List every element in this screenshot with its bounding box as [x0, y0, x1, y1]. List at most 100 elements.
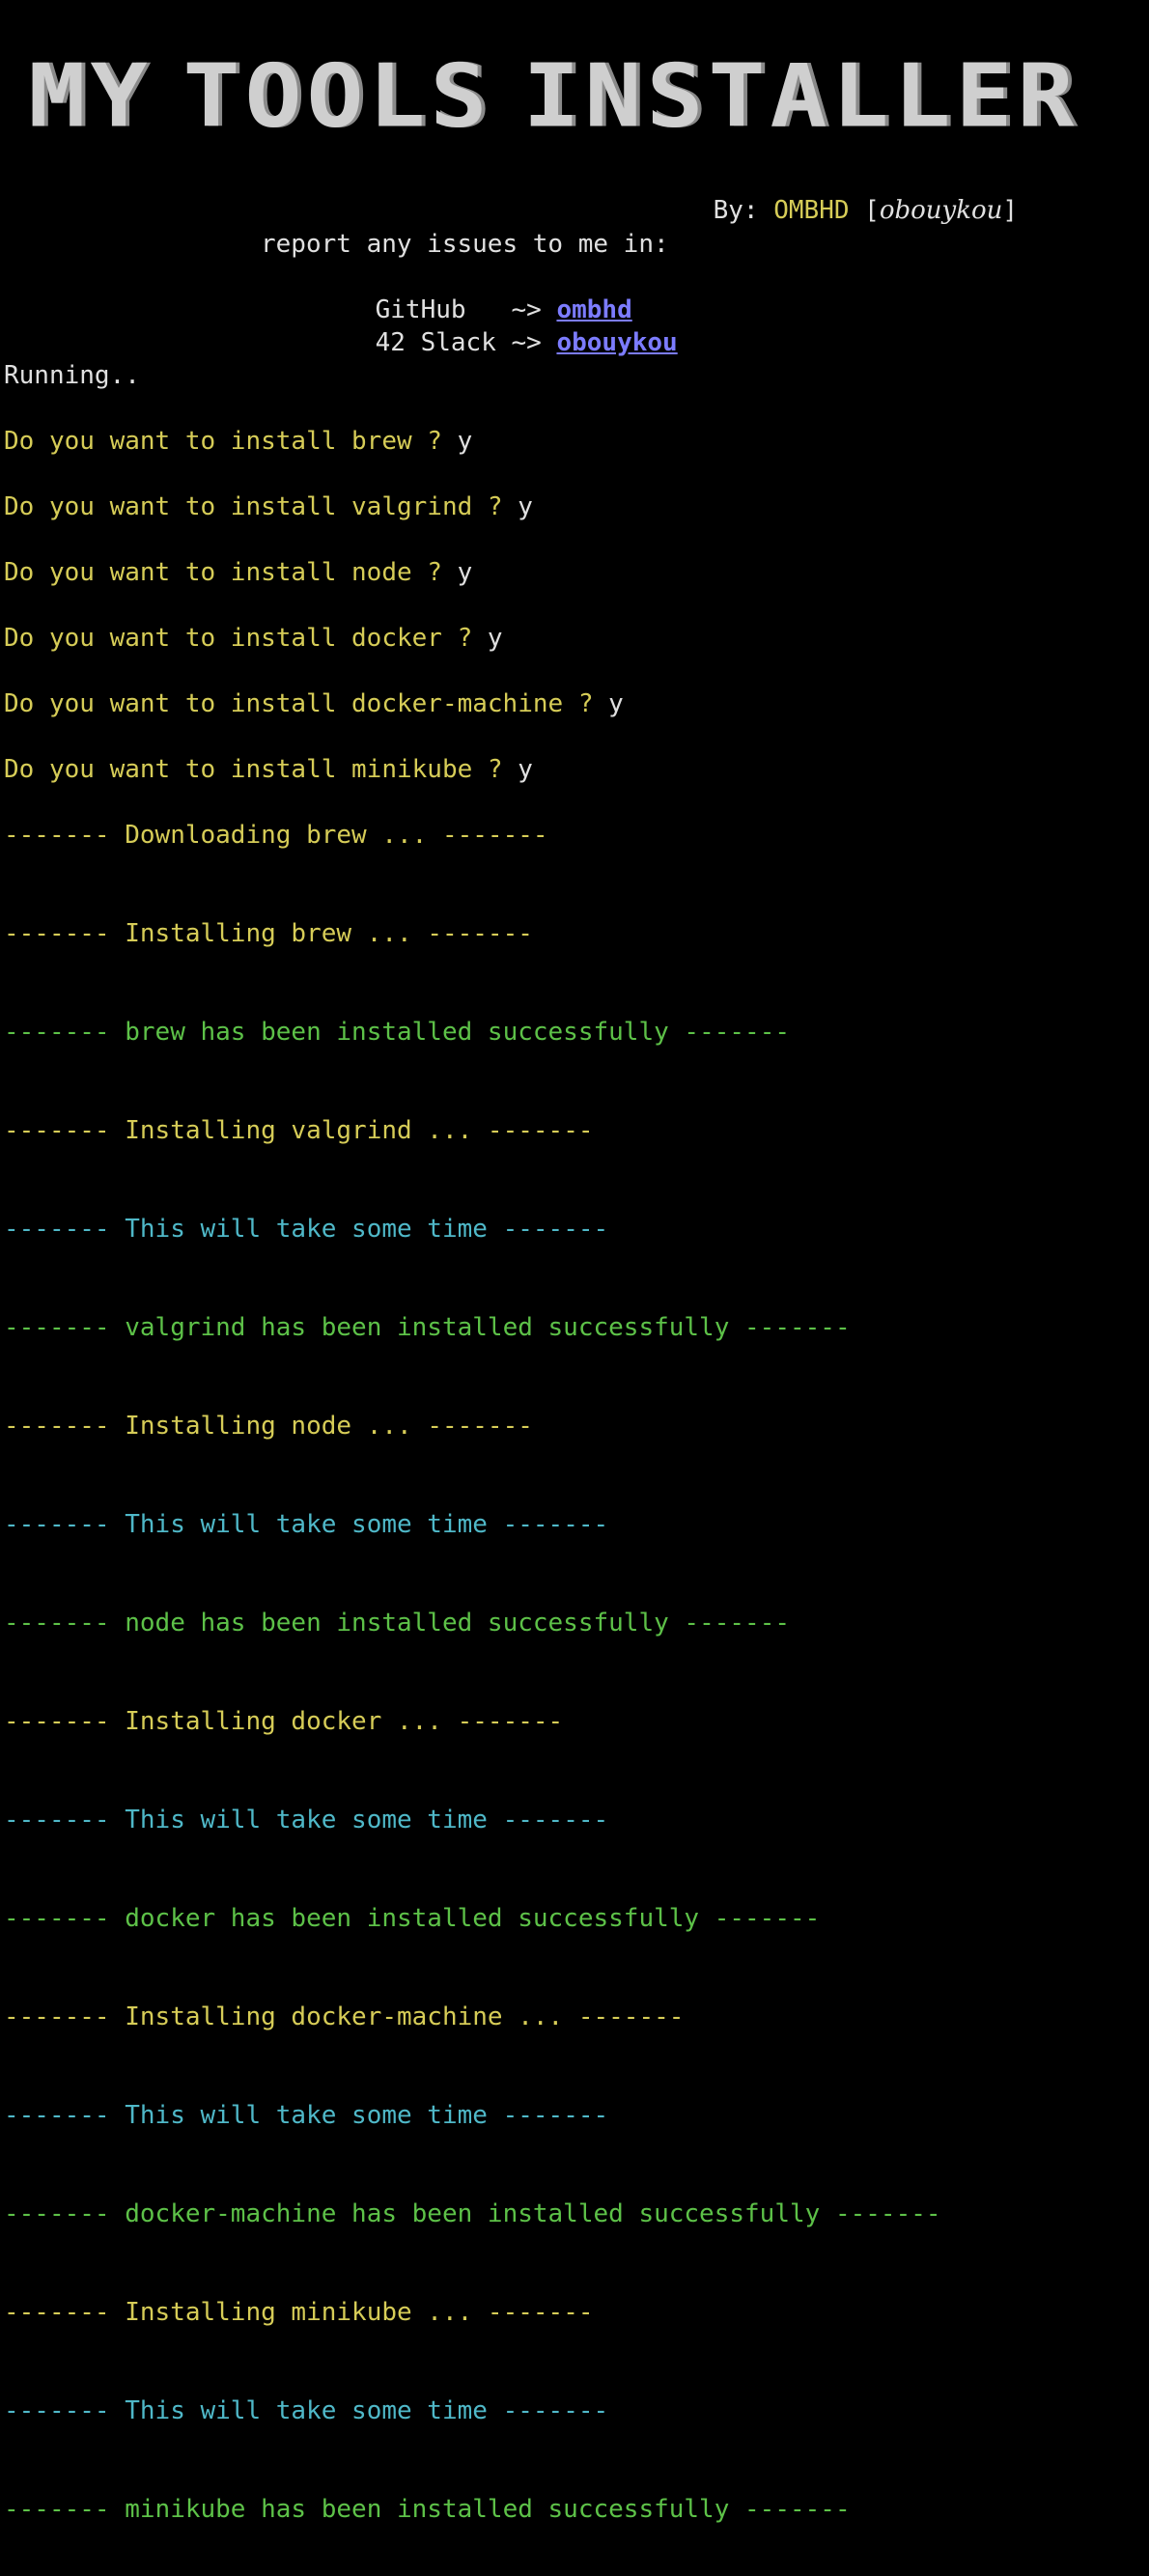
prompt-question: Do you want to install docker-machine ? [4, 689, 609, 718]
log-dashes-tail: ------- [744, 2495, 851, 2524]
log-line: ------- This will take some time ------- [4, 1213, 608, 1246]
log-line: ------- This will take some time ------- [4, 1804, 608, 1836]
log-line: ------- Installing valgrind ... ------- [4, 1114, 594, 1147]
log-dashes: ------- [4, 2298, 126, 2327]
banner-char: A [770, 45, 829, 148]
banner-char: O [244, 45, 304, 148]
prompt-answer: y [457, 558, 473, 587]
status-running: Running.. [4, 361, 140, 390]
log-message: This will take some time [125, 1215, 503, 1244]
log-dashes: ------- [4, 1510, 126, 1539]
log-message: Downloading brew ... [125, 821, 442, 850]
log-dashes: ------- [4, 1215, 126, 1244]
log-message: docker has been installed successfully [125, 1904, 715, 1933]
prompt-line: Do you want to install node ? y [4, 556, 472, 589]
byline-open-bracket: [ [849, 196, 880, 225]
log-dashes-tail: ------- [487, 1116, 594, 1145]
log-message: docker-machine has been installed succes… [125, 2199, 835, 2228]
banner-char: M [28, 45, 88, 148]
prompt-line: Do you want to install docker ? y [4, 622, 503, 655]
log-message: valgrind has been installed successfully [125, 1313, 745, 1342]
log-dashes-tail: ------- [834, 2199, 941, 2228]
log-dashes-tail: ------- [502, 2101, 609, 2130]
log-message: brew has been installed successfully [125, 1018, 685, 1047]
log-dashes: ------- [4, 1116, 126, 1145]
log-line: ------- docker has been installed succes… [4, 1902, 820, 1935]
log-line: ------- Installing docker ... ------- [4, 1705, 563, 1738]
log-message: Installing docker-machine ... [125, 2002, 578, 2031]
banner-char: S [646, 45, 706, 148]
byline-author: OMBHD [773, 196, 850, 225]
log-dashes: ------- [4, 2396, 126, 2425]
log-dashes: ------- [4, 1904, 126, 1933]
log-dashes: ------- [4, 2101, 126, 2130]
banner-char: L [368, 45, 428, 148]
prompt-answer: y [518, 755, 533, 784]
prompt-answer: y [457, 427, 473, 456]
log-dashes-tail: ------- [427, 1412, 533, 1441]
log-dashes: ------- [4, 1806, 126, 1834]
log-dashes: ------- [4, 1412, 126, 1441]
log-dashes: ------- [4, 1707, 126, 1736]
banner-char: S [430, 45, 490, 148]
log-dashes: ------- [4, 1609, 126, 1638]
log-dashes-tail: ------- [427, 919, 533, 948]
slack-line: 42 Slack ~> obouykou [315, 294, 678, 392]
prompt-question: Do you want to install docker ? [4, 624, 488, 653]
log-line: ------- Installing brew ... ------- [4, 917, 533, 950]
log-line: ------- node has been installed successf… [4, 1607, 790, 1639]
byline-handle: obouykou [879, 196, 1003, 225]
log-message: This will take some time [125, 1806, 503, 1834]
log-message: This will take some time [125, 1510, 503, 1539]
prompt-answer: y [487, 624, 503, 653]
log-line: ------- brew has been installed successf… [4, 1016, 790, 1049]
log-dashes: ------- [4, 821, 126, 850]
prompt-question: Do you want to install valgrind ? [4, 492, 518, 521]
log-dashes-tail: ------- [714, 1904, 821, 1933]
prompt-line: Do you want to install docker-machine ? … [4, 687, 624, 720]
banner-char: N [584, 45, 644, 148]
banner-char: O [306, 45, 366, 148]
log-line: ------- valgrind has been installed succ… [4, 1311, 851, 1344]
byline: By: OMBHD [obouykou] [653, 161, 1018, 260]
log-message: Installing node ... [125, 1412, 428, 1441]
log-dashes-tail: ------- [502, 1806, 609, 1834]
banner-char: T [182, 45, 242, 148]
terminal-window[interactable]: M Y T O O L S I N S T A L L E R By: OMBH… [0, 0, 1149, 2576]
log-message: Installing valgrind ... [125, 1116, 488, 1145]
banner-char: L [893, 45, 953, 148]
log-dashes: ------- [4, 1018, 126, 1047]
log-dashes-tail: ------- [744, 1313, 851, 1342]
log-dashes: ------- [4, 919, 126, 948]
banner-char: I [522, 45, 582, 148]
log-line: ------- Installing node ... ------- [4, 1410, 533, 1442]
log-line: ------- This will take some time ------- [4, 2394, 608, 2427]
log-dashes-tail: ------- [441, 821, 548, 850]
log-dashes-tail: ------- [577, 2002, 685, 2031]
slack-label: 42 Slack ~> [375, 328, 557, 357]
log-dashes-tail: ------- [487, 2298, 594, 2327]
log-message: minikube has been installed successfully [125, 2495, 745, 2524]
log-dashes-tail: ------- [502, 2396, 609, 2425]
banner-space [490, 59, 521, 133]
report-intro: report any issues to me in: [261, 230, 669, 259]
byline-close-bracket: ] [1002, 196, 1019, 225]
log-dashes: ------- [4, 2002, 126, 2031]
slack-link[interactable]: obouykou [556, 328, 677, 357]
log-message: Installing docker ... [125, 1707, 458, 1736]
log-message: Installing minikube ... [125, 2298, 488, 2327]
log-dashes: ------- [4, 1313, 126, 1342]
log-line: ------- Installing minikube ... ------- [4, 2296, 594, 2329]
prompt-answer: y [608, 689, 624, 718]
banner-char: L [831, 45, 891, 148]
log-message: Installing brew ... [125, 919, 428, 948]
log-line: ------- This will take some time ------- [4, 2099, 608, 2132]
banner-char: Y [90, 45, 150, 148]
log-line: ------- Installing docker-machine ... --… [4, 2001, 684, 2033]
prompt-question: Do you want to install node ? [4, 558, 458, 587]
ascii-banner-title: M Y T O O L S I N S T A L L E R [27, 45, 1078, 148]
banner-space [151, 59, 182, 133]
prompt-question: Do you want to install brew ? [4, 427, 458, 456]
prompt-line: Do you want to install valgrind ? y [4, 490, 533, 523]
prompt-line: Do you want to install brew ? y [4, 425, 472, 458]
